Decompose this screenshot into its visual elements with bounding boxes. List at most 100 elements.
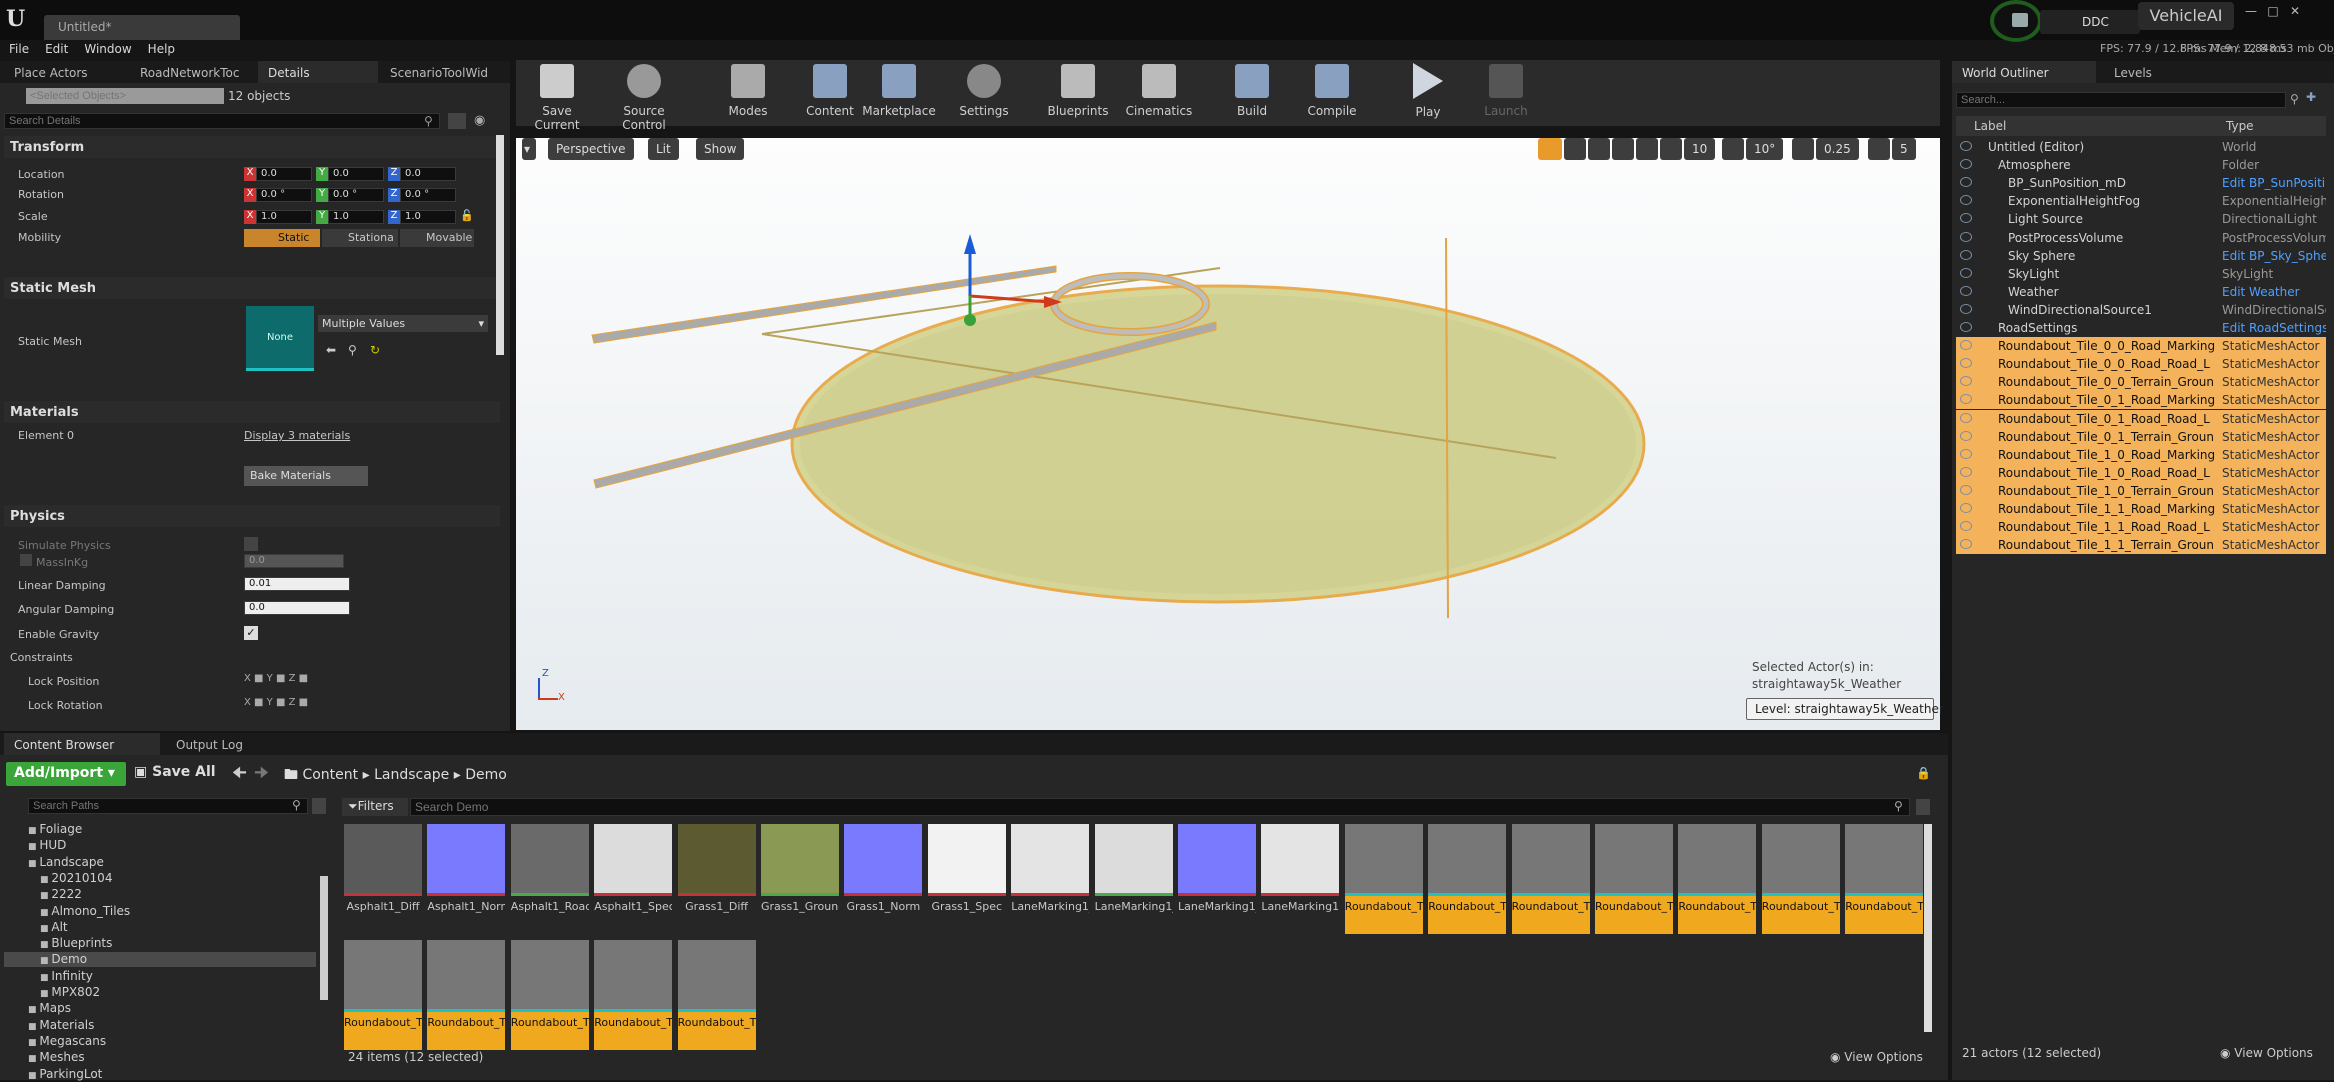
visibility-eye-icon[interactable] (1960, 430, 1972, 441)
mass-field[interactable]: 0.0 (244, 554, 344, 568)
asset-tile[interactable]: Roundabout_Tile_0_1_Road_Road_Layer0_2 (1678, 824, 1757, 934)
document-tab[interactable]: Untitled* (44, 15, 240, 40)
col-type-header[interactable]: Type (2226, 119, 2254, 133)
asset-tile[interactable]: Grass1_Ground (761, 824, 839, 934)
visibility-eye-icon[interactable] (1960, 521, 1972, 532)
asset-scrollbar[interactable] (1924, 824, 1932, 1032)
outliner-row[interactable]: Roundabout_Tile_1_0_Road_Road_L StaticMes… (1956, 463, 2326, 482)
bake-materials-button[interactable]: Bake Materials (244, 466, 368, 486)
tab-world-outliner[interactable]: World Outliner (1952, 61, 2096, 83)
visibility-eye-icon[interactable] (1960, 376, 1972, 387)
visibility-eye-icon[interactable] (1960, 539, 1972, 550)
play-button[interactable]: Play (1398, 60, 1458, 122)
asset-tile[interactable]: Roundabout_Tile_0_1_Road_Marking_Layer0 (1595, 824, 1673, 934)
location-y-field[interactable]: 0.0 (328, 167, 384, 181)
menu-edit[interactable]: Edit (36, 40, 75, 56)
grid-size-button[interactable]: 10 (1684, 138, 1716, 160)
viewport-options-button[interactable]: ▾ (522, 138, 536, 160)
asset-tile[interactable]: LaneMarking1_Diff (1011, 824, 1090, 934)
viewport[interactable]: ▾ Perspective Lit Show 10 10° 0.25 5 Z X… (516, 138, 1944, 730)
build-button[interactable]: Build (1222, 60, 1282, 122)
grid-view-icon[interactable] (448, 113, 466, 129)
visibility-eye-icon[interactable] (1960, 394, 1972, 405)
camera-speed-icon[interactable] (1868, 138, 1890, 160)
display-materials-link[interactable]: Display 3 materials (244, 429, 350, 442)
breadcrumb-content[interactable]: Content (302, 767, 358, 783)
menu-window[interactable]: Window (75, 40, 138, 56)
modes-button[interactable]: Modes (718, 60, 778, 122)
settings-button[interactable]: Settings (954, 60, 1014, 122)
marketplace-button[interactable]: Marketplace (862, 60, 936, 122)
lock-rotation-checkboxes[interactable]: X ■ Y ■ Z ■ (244, 697, 308, 708)
edit-blueprint-link[interactable]: Edit Weather (2222, 285, 2300, 299)
scale-x-field[interactable]: 1.0 (256, 210, 312, 224)
asset-tile[interactable]: Roundabout_Tile_1_0_Road_Marking_Layer0 (1845, 824, 1924, 934)
menu-help[interactable]: Help (139, 40, 182, 56)
close-icon[interactable]: ✕ (2284, 4, 2306, 18)
mobility-stationary-button[interactable]: Stationa (322, 229, 398, 247)
visibility-eye-icon[interactable] (1960, 466, 1972, 477)
details-scrollbar[interactable] (496, 135, 504, 355)
menu-file[interactable]: File (0, 40, 36, 56)
visibility-eye-icon[interactable] (1960, 159, 1972, 170)
outliner-row[interactable]: RoadSettings Edit RoadSettings (1956, 319, 2326, 337)
show-button[interactable]: Show (696, 138, 745, 160)
mobility-movable-button[interactable]: Movable (400, 229, 474, 247)
edit-blueprint-link[interactable]: Edit RoadSettings (2222, 321, 2326, 335)
visibility-eye-icon[interactable] (1960, 285, 1972, 296)
visibility-eye-icon[interactable] (1960, 213, 1972, 224)
simulate-physics-checkbox[interactable] (244, 537, 258, 551)
folder-tree-item[interactable]: ■ 2222 (4, 887, 316, 902)
tab-place-actors[interactable]: Place Actors (4, 61, 98, 83)
compile-button[interactable]: Compile (1300, 60, 1364, 122)
asset-tile[interactable]: Grass1_Spec (927, 824, 1006, 934)
path-view-options-icon[interactable] (312, 798, 326, 814)
visibility-eye-icon[interactable] (1960, 267, 1972, 278)
scale-y-field[interactable]: 1.0 (328, 210, 384, 224)
ddc-button[interactable]: DDC (2040, 10, 2140, 34)
mass-override-checkbox[interactable] (20, 554, 32, 566)
outliner-row[interactable]: Roundabout_Tile_1_1_Terrain_Groun StaticM… (1956, 536, 2326, 555)
save-all-button[interactable]: ▣ Save All (134, 764, 216, 780)
visibility-eye-icon[interactable] (1960, 340, 1972, 351)
tab-levels[interactable]: Levels (2104, 61, 2162, 83)
visibility-eye-icon[interactable] (1960, 448, 1972, 459)
scale-snap-icon[interactable] (1792, 138, 1814, 160)
transform-section[interactable]: Transform (4, 136, 500, 158)
edit-blueprint-link[interactable]: Edit BP_Sky_Sphe (2222, 249, 2326, 263)
launch-button[interactable]: Launch (1476, 60, 1536, 122)
grid-snap-icon[interactable] (1660, 138, 1682, 160)
asset-tile[interactable]: Roundabout_Tile_1_0_Terrain (427, 940, 506, 1050)
outliner-row[interactable]: Roundabout_Tile_1_1_Road_Marking StaticMe… (1956, 500, 2326, 518)
linear-damping-field[interactable]: 0.01 (244, 577, 350, 591)
location-x-field[interactable]: 0.0 (256, 167, 312, 181)
asset-tile[interactable]: Roundabout_Tile_0_1_Terrain_Ground_Layer… (1761, 824, 1840, 934)
forward-arrow-icon[interactable]: 🠊 (254, 762, 269, 789)
reset-icon[interactable]: ↻ (370, 343, 380, 357)
visibility-eye-icon[interactable] (1960, 412, 1972, 423)
mesh-thumbnail[interactable]: None (246, 306, 314, 371)
world-local-icon[interactable] (1612, 138, 1634, 160)
col-label-header[interactable]: Label (1974, 119, 2006, 133)
add-actor-icon[interactable]: ✚ (2306, 90, 2326, 108)
visibility-eye-icon[interactable] (1960, 303, 1972, 314)
back-arrow-icon[interactable]: 🠈 (232, 762, 247, 789)
save-current-button[interactable]: Save Current (520, 60, 594, 132)
source-control-button[interactable]: Source Control (602, 60, 686, 132)
scale-snap-button[interactable]: 0.25 (1816, 138, 1859, 160)
outliner-row[interactable]: Roundabout_Tile_0_0_Terrain_Groun StaticM… (1956, 373, 2326, 392)
visibility-eye-icon[interactable] (1960, 358, 1972, 369)
visibility-eye-icon[interactable] (1960, 249, 1972, 260)
outliner-row[interactable]: WindDirectionalSource1 WindDirectionalSo (1956, 301, 2326, 319)
asset-tile[interactable]: Asphalt1_Norm (427, 824, 506, 934)
content-button[interactable]: Content (800, 60, 860, 122)
asset-tile[interactable]: LaneMarking1_Norm (1178, 824, 1256, 934)
outliner-row[interactable]: Roundabout_Tile_0_0_Road_Marking StaticMe… (1956, 337, 2326, 356)
lock-icon[interactable]: 🔒 (1916, 766, 1931, 780)
rotation-x-field[interactable]: 0.0 ° (256, 188, 312, 202)
folder-tree-item[interactable]: ■ Materials (4, 1018, 316, 1033)
outliner-view-options[interactable]: ◉ View Options (2220, 1046, 2313, 1060)
tree-scrollbar[interactable] (320, 876, 328, 1000)
outliner-row[interactable]: Sky Sphere Edit BP_Sky_Sphe (1956, 247, 2326, 265)
asset-tile[interactable]: LaneMarking1_Spec (1261, 824, 1340, 934)
